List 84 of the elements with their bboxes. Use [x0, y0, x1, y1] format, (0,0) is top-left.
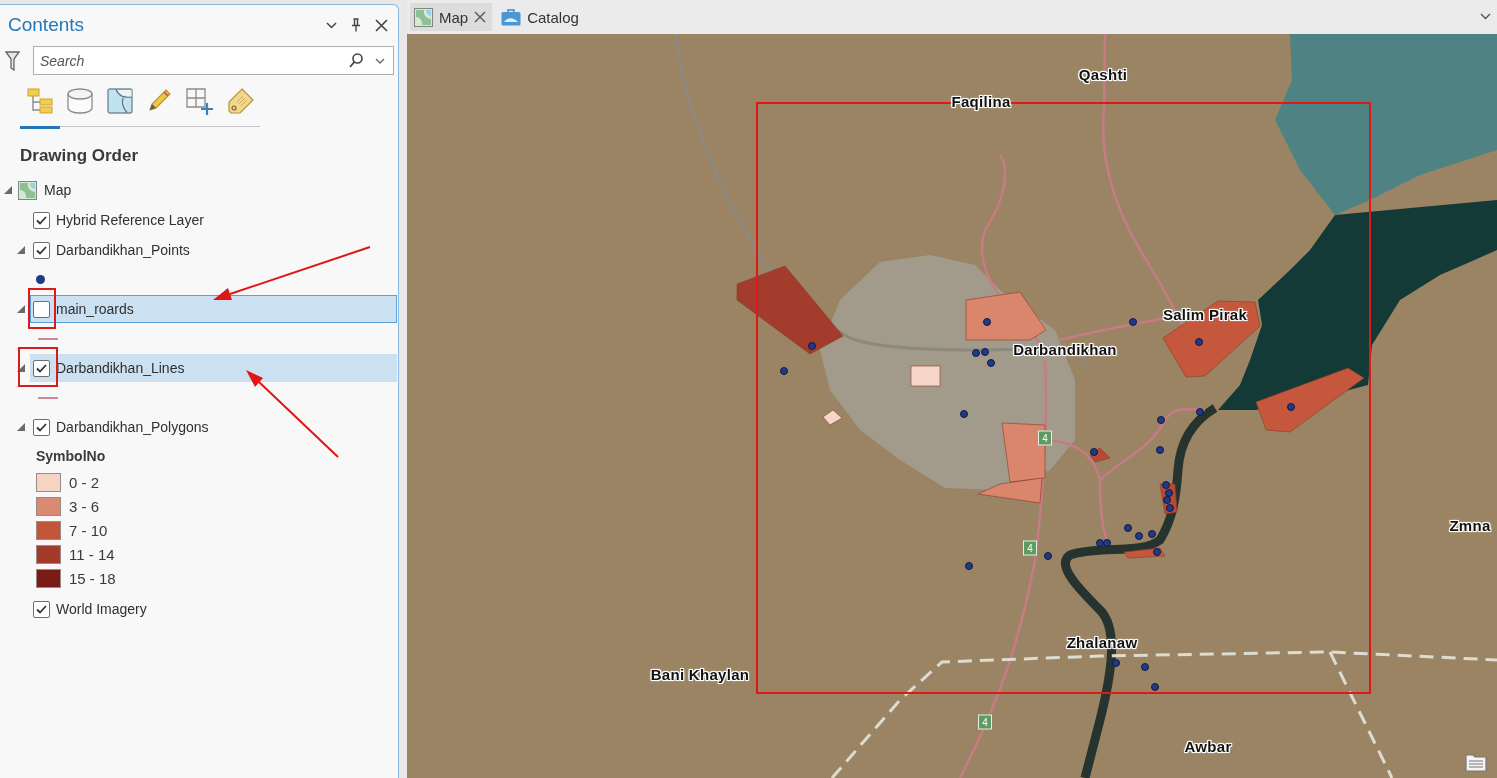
point-feature: [960, 410, 968, 418]
check-icon: [36, 245, 47, 255]
document-tab[interactable]: Map: [410, 3, 493, 31]
visibility-checkbox[interactable]: [33, 300, 50, 318]
place-label: Darbandikhan: [1013, 340, 1117, 358]
place-label: Qashti: [1078, 65, 1128, 83]
layer-tree-icon: [26, 88, 54, 114]
expand-toggle[interactable]: [17, 423, 25, 431]
pin-icon[interactable]: [351, 18, 361, 32]
place-label: Bani Khaylan: [650, 665, 750, 683]
route-shield: 4: [978, 714, 992, 730]
point-feature: [1090, 448, 1098, 456]
map-icon: [414, 7, 433, 27]
pencil-icon: [148, 88, 172, 112]
point-feature: [808, 342, 816, 350]
visibility-checkbox[interactable]: [33, 600, 50, 618]
chevron-down-icon[interactable]: [1480, 13, 1491, 20]
point-feature: [1112, 659, 1120, 667]
place-label: Salim Pirak: [1162, 305, 1248, 323]
briefcase-icon: [501, 8, 522, 26]
route-shield: 4: [1023, 540, 1037, 556]
map-icon: [18, 180, 37, 200]
layer-item[interactable]: Darbandikhan_Points: [30, 236, 397, 264]
visibility-checkbox[interactable]: [33, 418, 50, 436]
search-field[interactable]: Search: [33, 46, 394, 75]
place-label: Zmna: [1449, 516, 1491, 534]
highlight-frame: [28, 288, 56, 329]
legend-label: 0 - 2: [69, 473, 99, 491]
document-tab[interactable]: Catalog: [497, 3, 585, 31]
check-icon: [36, 215, 47, 225]
point-feature: [965, 562, 973, 570]
search-icon[interactable]: [349, 53, 363, 68]
place-label: Awbar: [1184, 737, 1232, 755]
legend-label: 3 - 6: [69, 497, 99, 515]
layer-item[interactable]: Darbandikhan_Lines: [30, 354, 397, 382]
pane-title: Contents: [8, 14, 85, 36]
polygon-feature: [910, 365, 941, 387]
visibility-checkbox[interactable]: [33, 211, 50, 229]
legend-label: 15 - 18: [69, 569, 116, 587]
polygon-feature: [822, 409, 843, 426]
check-icon: [36, 363, 47, 373]
point-feature: [1157, 416, 1165, 424]
route-shield: 4: [1038, 430, 1052, 446]
filter-icon[interactable]: [5, 50, 20, 71]
expand-toggle[interactable]: [17, 246, 25, 254]
point-feature: [1129, 318, 1137, 326]
highlight-frame: [18, 347, 58, 387]
point-feature: [1153, 548, 1161, 556]
check-icon: [36, 422, 47, 432]
point-feature: [1151, 683, 1159, 691]
section-heading: Drawing Order: [20, 145, 140, 167]
database-icon: [67, 88, 93, 114]
layer-item[interactable]: World Imagery: [30, 595, 397, 623]
layer-item[interactable]: main_roards: [30, 295, 397, 323]
expand-toggle[interactable]: [17, 364, 25, 372]
close-icon[interactable]: [474, 11, 487, 23]
legend-heading: SymbolNo: [35, 447, 107, 466]
map-sheet-icon: [107, 88, 133, 114]
point-feature: [1196, 408, 1204, 416]
point-feature: [1195, 338, 1203, 346]
visibility-checkbox[interactable]: [33, 359, 50, 377]
legend-label: 7 - 10: [69, 521, 108, 539]
expand-toggle[interactable]: [4, 186, 12, 194]
point-feature: [1141, 663, 1149, 671]
layer-item[interactable]: Hybrid Reference Layer: [30, 206, 397, 234]
map-item[interactable]: Map: [44, 182, 72, 198]
expand-toggle[interactable]: [17, 305, 25, 313]
legend-label: 11 - 14: [69, 545, 115, 563]
polygon-feature: [1089, 447, 1111, 463]
point-feature: [1287, 403, 1295, 411]
folder-icon[interactable]: [1465, 752, 1487, 772]
grid-plus-icon: [186, 88, 214, 116]
point-feature: [983, 318, 991, 326]
polygon-feature: [1123, 547, 1166, 559]
point-feature: [1156, 446, 1164, 454]
point-feature: [780, 367, 788, 375]
layer-item[interactable]: Darbandikhan_Polygons: [30, 413, 397, 441]
tag-icon: [226, 88, 254, 115]
point-feature: [1044, 552, 1052, 560]
check-icon: [36, 604, 47, 614]
close-icon[interactable]: [375, 18, 388, 32]
visibility-checkbox[interactable]: [33, 241, 50, 259]
chevron-down-icon[interactable]: [326, 21, 337, 29]
caret-down-icon[interactable]: [375, 57, 385, 64]
